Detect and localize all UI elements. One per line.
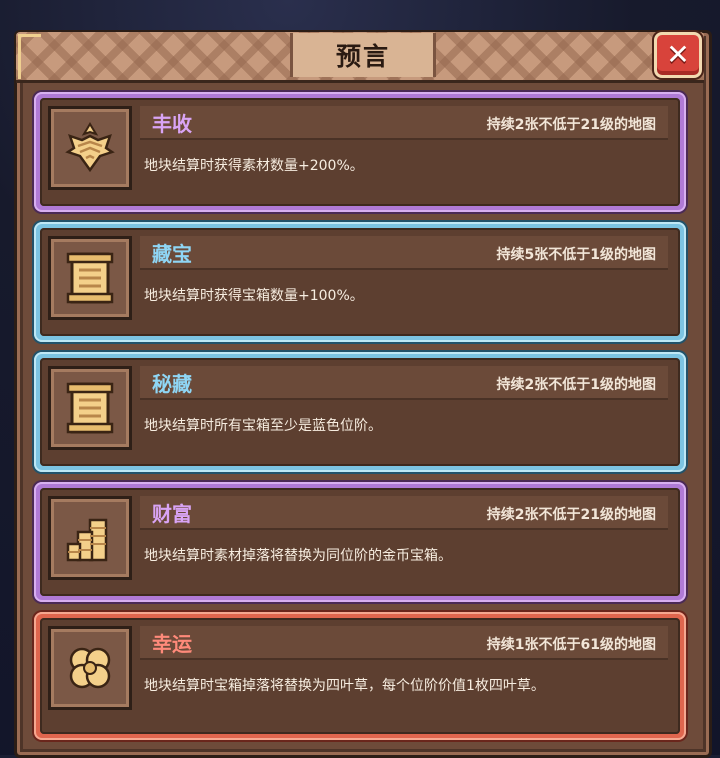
wheat-emblem-icon [65,122,115,173]
dialog-title: 预言 [335,42,390,71]
prophecy-description: 地块结算时宝箱掉落将替换为四叶草，每个位阶价值1枚四叶草。 [144,678,545,694]
prophecy-name: 秘藏 [152,372,192,396]
prophecy-name: 幸运 [152,632,192,656]
four-leaf-clover-icon [69,647,111,689]
prophecy-description: 地块结算时素材掉落将替换为同位阶的金币宝箱。 [144,548,452,564]
prophecy-card-hidden-treasure[interactable]: 秘藏 持续2张不低于1级的地图 地块结算时所有宝箱至少是蓝色位阶。 [34,352,686,472]
icon-frame [48,496,132,580]
prophecy-description: 地块结算时获得宝箱数量+100%。 [144,288,364,304]
prophecy-card-treasure[interactable]: 藏宝 持续5张不低于1级的地图 地块结算时获得宝箱数量+100%。 [34,222,686,342]
icon-frame [48,366,132,450]
close-button[interactable]: ✕ [654,32,702,78]
prophecy-card-harvest[interactable]: 丰收 持续2张不低于21级的地图 地块结算时获得素材数量+200%。 [34,92,686,212]
scroll-chest-icon [66,252,114,304]
prophecy-name: 藏宝 [152,242,192,266]
prophecy-description: 地块结算时获得素材数量+200%。 [144,158,364,174]
coin-stack-icon [66,518,108,562]
prophecy-card-luck[interactable]: 幸运 持续1张不低于61级的地图 地块结算时宝箱掉落将替换为四叶草，每个位阶价值… [34,612,686,740]
prophecy-condition: 持续1张不低于61级的地图 [486,637,656,653]
prophecy-card-wealth[interactable]: 财富 持续2张不低于21级的地图 地块结算时素材掉落将替换为同位阶的金币宝箱。 [34,482,686,602]
icon-frame [48,106,132,190]
close-icon[interactable]: ✕ [666,41,689,69]
header-corner-ornament [18,34,41,79]
icon-frame [48,236,132,320]
prophecy-condition: 持续2张不低于1级的地图 [496,377,656,393]
prophecy-name: 财富 [152,502,192,526]
dialog-title-plate: 预言 [290,33,436,77]
scroll-chest-icon [66,382,114,434]
icon-frame [48,626,132,710]
prophecy-condition: 持续2张不低于21级的地图 [486,117,656,133]
prophecy-condition: 持续5张不低于1级的地图 [496,247,656,263]
prophecy-description: 地块结算时所有宝箱至少是蓝色位阶。 [144,418,382,434]
prophecy-condition: 持续2张不低于21级的地图 [486,507,656,523]
prophecy-name: 丰收 [152,112,192,136]
